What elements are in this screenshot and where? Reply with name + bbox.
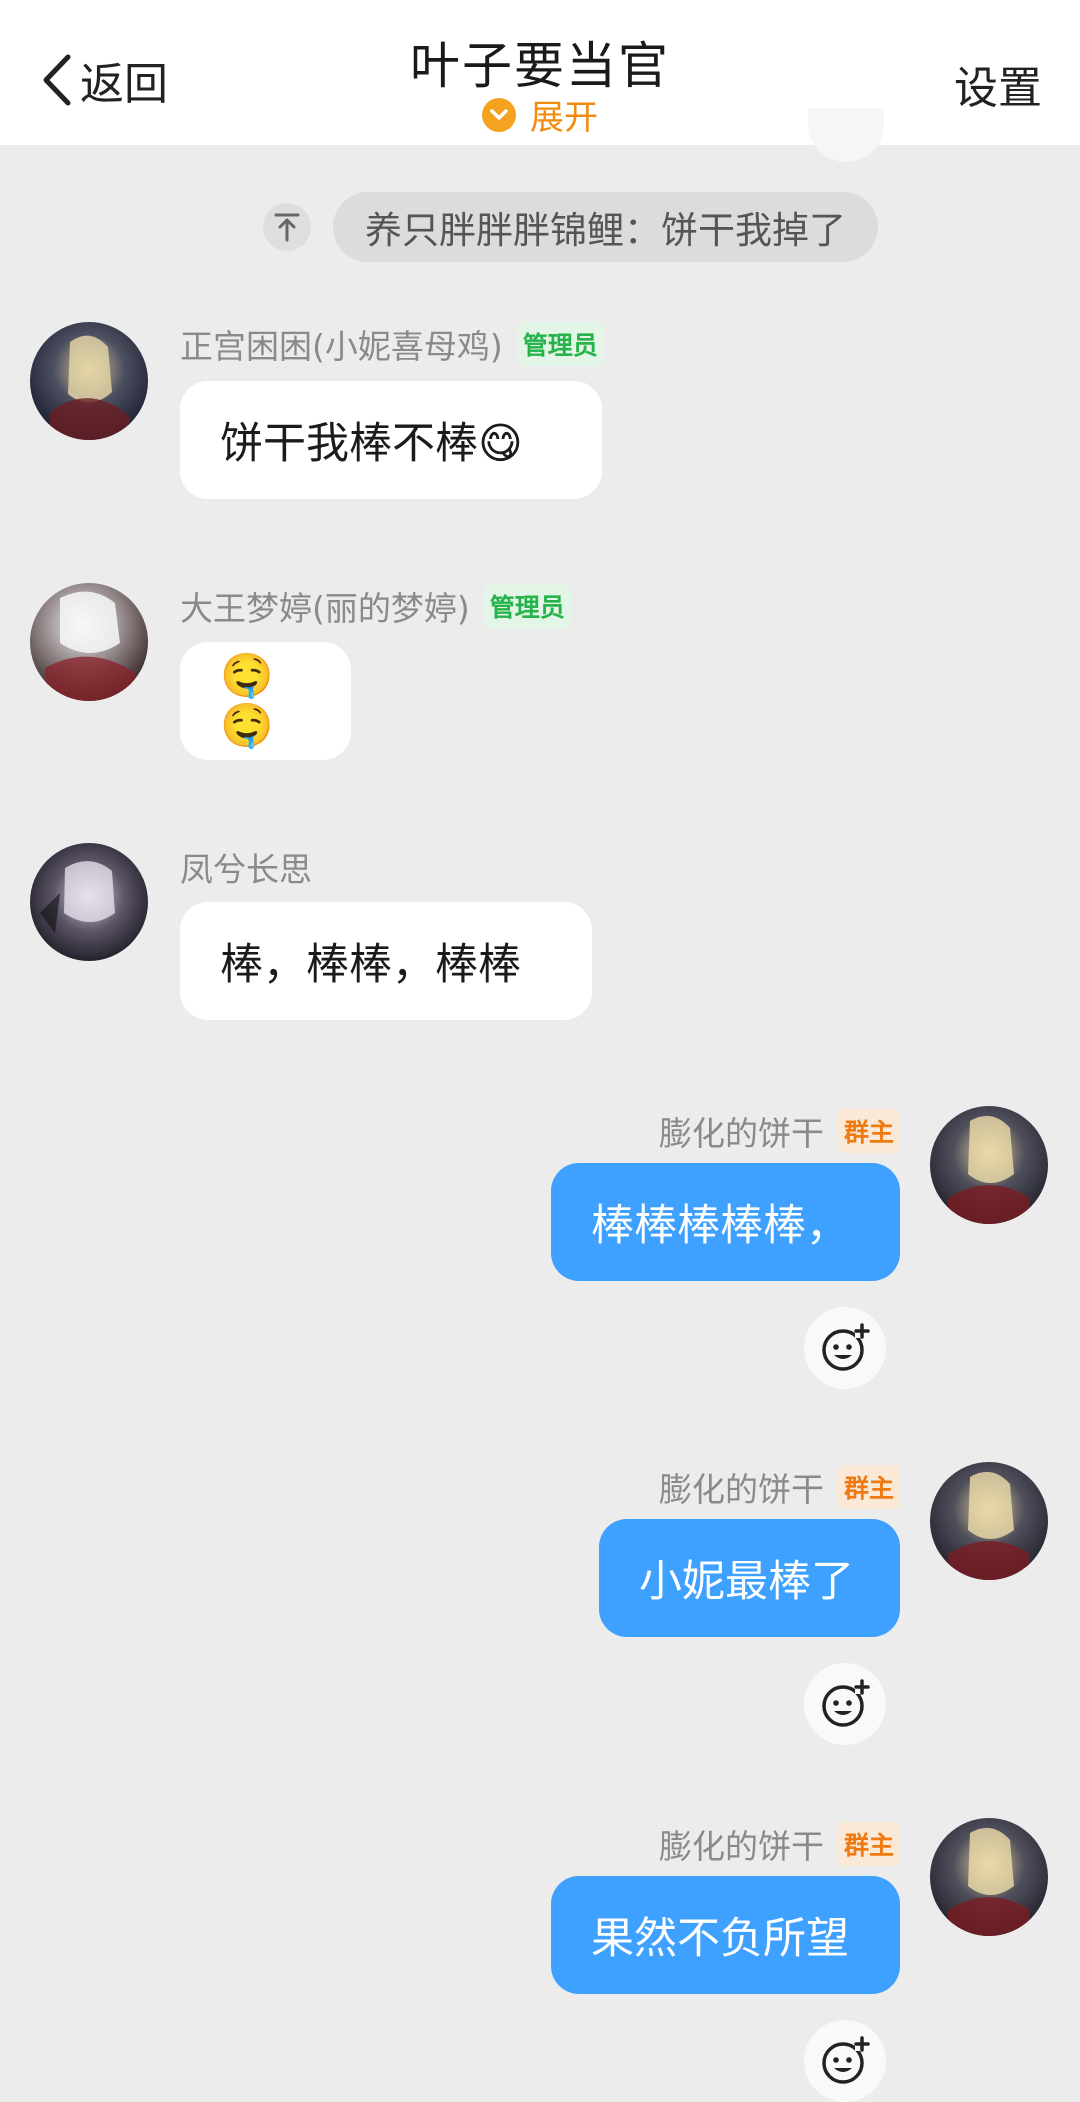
owner-badge: 群主 [837, 1822, 900, 1866]
pin-top-icon[interactable] [263, 203, 311, 251]
message-bubble[interactable]: 小妮最棒了 [599, 1519, 900, 1637]
avatar[interactable] [30, 843, 148, 961]
admin-badge: 管理员 [483, 584, 571, 628]
owner-badge: 群主 [837, 1465, 900, 1509]
expand-button[interactable]: 展开 [0, 90, 1080, 139]
add-emoji-icon [822, 2036, 870, 2084]
sender-name: 膨化的饼干 群主 [659, 1107, 900, 1155]
admin-badge: 管理员 [516, 322, 604, 366]
avatar[interactable] [930, 1818, 1048, 1936]
sender-name: 凤兮长思 [180, 850, 312, 889]
add-emoji-icon [822, 1679, 870, 1727]
message-bubble[interactable]: 果然不负所望 [551, 1876, 900, 1994]
avatar[interactable] [930, 1462, 1048, 1580]
avatar[interactable] [930, 1106, 1048, 1224]
expand-label: 展开 [530, 98, 598, 138]
owner-badge: 群主 [837, 1109, 900, 1153]
react-button-partial[interactable] [808, 108, 884, 162]
avatar[interactable] [30, 322, 148, 440]
message-bubble[interactable]: 棒棒棒棒棒， [551, 1163, 900, 1281]
chevron-down-circle-icon [482, 97, 516, 132]
react-button[interactable] [804, 1307, 886, 1389]
sender-name: 膨化的饼干 群主 [659, 1463, 900, 1511]
react-button[interactable] [804, 1663, 886, 1745]
sender-name: 膨化的饼干 群主 [659, 1820, 900, 1868]
add-emoji-icon [822, 1323, 870, 1371]
react-button[interactable] [804, 2020, 886, 2102]
top-bar: 返回 叶子要当官 展开 设置 [0, 0, 1080, 145]
settings-button[interactable]: 设置 [954, 52, 1042, 116]
sender-name: 正宫困困(小妮喜母鸡) 管理员 [180, 320, 604, 368]
chat-title: 叶子要当官 [410, 37, 670, 95]
pinned-message[interactable]: 养只胖胖胖锦鲤：饼干我掉了 [333, 192, 878, 262]
sender-name: 大王梦婷(丽的梦婷) 管理员 [180, 582, 571, 630]
message-bubble[interactable]: 棒，棒棒，棒棒 [180, 902, 592, 1020]
message-bubble[interactable]: 饼干我棒不棒😋 [180, 381, 602, 499]
message-bubble[interactable]: 🤤🤤 [180, 642, 351, 760]
avatar[interactable] [30, 583, 148, 701]
